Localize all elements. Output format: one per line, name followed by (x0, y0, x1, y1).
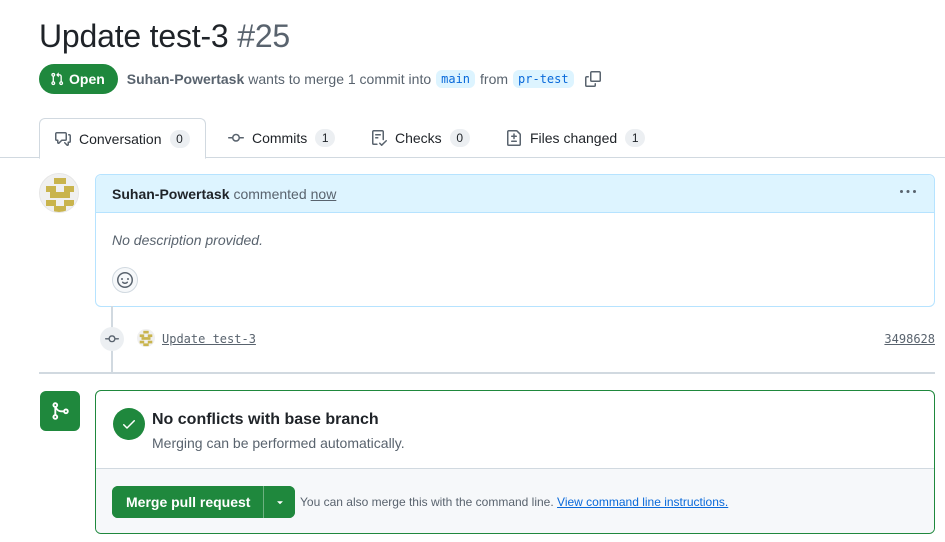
merge-box: No conflicts with base branch Merging ca… (95, 390, 935, 534)
merge-hint-text: You can also merge this with the command… (300, 495, 554, 509)
base-branch[interactable]: main (436, 70, 476, 88)
commit-author-avatar[interactable] (137, 329, 155, 347)
tab-label: Files changed (530, 130, 618, 146)
pr-meta: Open Suhan-Powertask wants to merge 1 co… (39, 64, 601, 94)
smiley-icon (117, 272, 133, 288)
tab-files-changed[interactable]: Files changed 1 (506, 118, 646, 158)
comment-body: No description provided. (112, 232, 263, 248)
timeline-divider (39, 372, 935, 374)
from-text: from (480, 71, 509, 87)
checklist-icon (372, 130, 387, 146)
comment-discussion-icon (55, 131, 71, 146)
merge-hint: You can also merge this with the command… (300, 495, 728, 509)
tab-counter: 0 (449, 129, 470, 147)
git-commit-icon (100, 327, 124, 351)
command-line-instructions-link[interactable]: View command line instructions. (557, 495, 728, 509)
merge-summary: wants to merge 1 commit into (248, 71, 432, 87)
pr-tabs: Conversation 0 Commits 1 Checks 0 Files … (0, 118, 945, 159)
check-icon (113, 408, 145, 440)
tab-label: Commits (252, 130, 308, 146)
page-title: Update test-3 #25 (39, 18, 290, 55)
merge-status-subtitle: Merging can be performed automatically. (152, 435, 405, 451)
commit-message-link[interactable]: Update test-3 (162, 332, 256, 346)
comment-header: Suhan-Powertask commented now (96, 175, 934, 213)
tab-counter: 0 (169, 129, 190, 148)
triangle-down-icon (277, 501, 283, 505)
merge-button-group: Merge pull request (112, 486, 296, 518)
tab-label: Checks (395, 130, 442, 146)
git-commit-icon (228, 133, 244, 142)
tab-commits[interactable]: Commits 1 (228, 118, 336, 158)
add-reaction-button[interactable] (112, 267, 138, 293)
merge-status: No conflicts with base branch Merging ca… (96, 391, 934, 469)
merge-pull-request-button[interactable]: Merge pull request (112, 486, 264, 518)
file-diff-icon (507, 130, 521, 146)
git-pull-request-icon (51, 72, 64, 86)
comment-author[interactable]: Suhan-Powertask (112, 186, 229, 202)
merge-method-dropdown[interactable] (263, 486, 296, 518)
tab-label: Conversation (79, 130, 162, 147)
tab-checks[interactable]: Checks 0 (371, 118, 470, 158)
comment-timestamp[interactable]: now (311, 186, 337, 202)
pr-number: #25 (237, 18, 291, 54)
merge-status-title: No conflicts with base branch (152, 411, 379, 428)
tab-counter: 1 (315, 129, 336, 147)
state-badge: Open (39, 64, 118, 94)
commit-sha-link[interactable]: 3498628 (884, 332, 935, 346)
head-branch[interactable]: pr-test (513, 70, 574, 88)
kebab-horizontal-icon[interactable] (900, 184, 916, 205)
pr-title: Update test-3 (39, 18, 229, 54)
avatar[interactable] (39, 173, 79, 213)
comment-action: commented (233, 185, 307, 202)
author-link[interactable]: Suhan-Powertask (127, 71, 244, 87)
tab-counter: 1 (625, 129, 646, 147)
tab-conversation[interactable]: Conversation 0 (39, 118, 206, 159)
state-label: Open (69, 71, 105, 87)
git-merge-icon (40, 391, 80, 431)
copy-icon[interactable] (584, 71, 601, 87)
comment-box: Suhan-Powertask commented now No descrip… (95, 174, 935, 307)
merge-actions: Merge pull request You can also merge th… (96, 469, 934, 533)
